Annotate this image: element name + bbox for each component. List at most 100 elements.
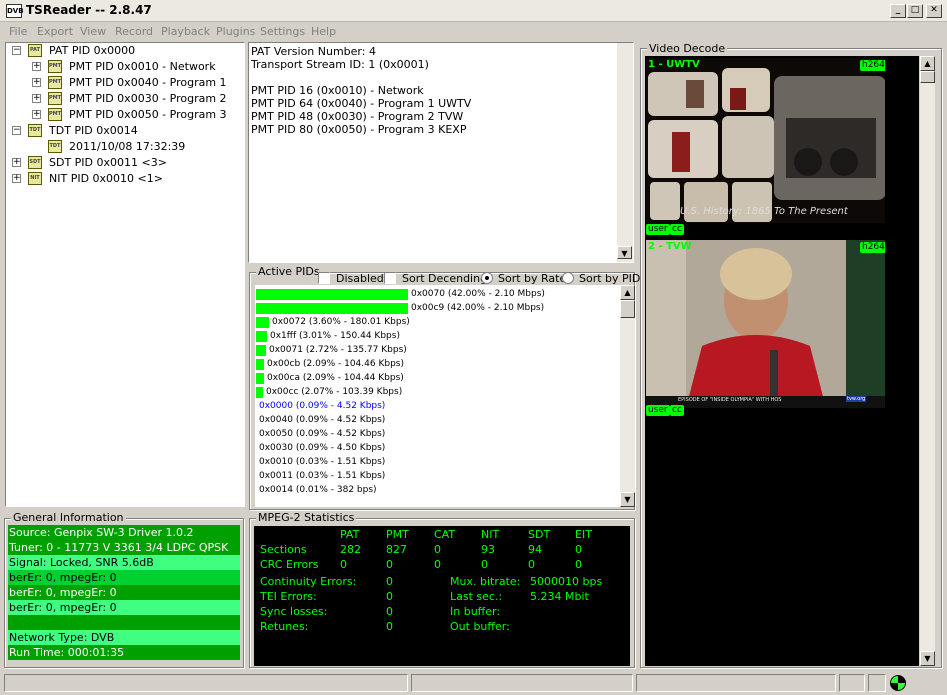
pid-list-scrollbar[interactable]: ▲ ▼ bbox=[620, 285, 635, 507]
pid-row[interactable]: 0x0071 (2.72% - 135.77 Kbps) bbox=[255, 343, 620, 357]
pid-rate-list[interactable]: 0x0070 (42.00% - 2.10 Mbps) 0x00c9 (42.00… bbox=[255, 285, 620, 507]
in-buffer-label: In buffer: bbox=[450, 605, 501, 618]
cc-tag[interactable]: cc bbox=[670, 405, 684, 416]
expand-icon[interactable]: + bbox=[32, 110, 41, 119]
tree-item-pmt-program1[interactable]: + PMT PMT PID 0x0040 - Program 1 bbox=[6, 75, 236, 91]
tree-item-label: NIT PID 0x0010 <1> bbox=[49, 172, 163, 185]
pid-row[interactable]: 0x0010 (0.03% - 1.51 Kbps) bbox=[255, 455, 620, 469]
pid-row[interactable]: 0x0050 (0.09% - 4.52 Kbps) bbox=[255, 427, 620, 441]
pid-row[interactable]: 0x0000 (0.09% - 4.52 Kbps) bbox=[255, 399, 620, 413]
close-button[interactable]: ✕ bbox=[926, 4, 942, 18]
expand-icon[interactable]: + bbox=[32, 62, 41, 71]
pid-row[interactable]: 0x0070 (42.00% - 2.10 Mbps) bbox=[255, 287, 620, 301]
scroll-up-icon[interactable]: ▲ bbox=[920, 56, 935, 71]
scroll-thumb[interactable] bbox=[620, 300, 635, 318]
pid-tree-view[interactable]: − PAT PAT PID 0x0000 + PMT PMT PID 0x001… bbox=[5, 42, 245, 507]
scroll-up-icon[interactable]: ▲ bbox=[620, 285, 635, 300]
crc-pmt: 0 bbox=[386, 558, 393, 571]
sort-by-rate-radio[interactable] bbox=[481, 272, 493, 284]
video-frame-uwtv[interactable]: 1 - UWTV h264 U.S. History: 1865 To The … bbox=[646, 58, 885, 223]
minimize-button[interactable]: _ bbox=[890, 4, 906, 18]
crc-pat: 0 bbox=[340, 558, 347, 571]
menu-file[interactable]: File bbox=[9, 25, 27, 38]
sections-sdt: 94 bbox=[528, 543, 542, 556]
mpeg2-stats-panel: PAT PMT CAT NIT SDT EIT Sections 282 827… bbox=[254, 526, 630, 666]
pat-scrollbar[interactable]: ▼ bbox=[617, 43, 633, 262]
status-panel bbox=[636, 674, 836, 692]
scroll-thumb[interactable] bbox=[920, 71, 935, 83]
pid-row[interactable]: 0x00cb (2.09% - 104.46 Kbps) bbox=[255, 357, 620, 371]
table-icon: PAT bbox=[28, 44, 42, 57]
mux-bitrate-label: Mux. bitrate: bbox=[450, 575, 521, 588]
scroll-down-icon[interactable]: ▼ bbox=[620, 492, 635, 507]
pid-row[interactable]: 0x0014 (0.01% - 382 bps) bbox=[255, 483, 620, 497]
cc-tag[interactable]: cc bbox=[670, 224, 684, 235]
tree-item-nit[interactable]: + NIT NIT PID 0x0010 <1> bbox=[6, 171, 236, 187]
pid-row[interactable]: 0x0030 (0.09% - 4.50 Kbps) bbox=[255, 441, 620, 455]
tree-item-pat[interactable]: − PAT PAT PID 0x0000 bbox=[6, 43, 236, 59]
expand-icon[interactable]: + bbox=[32, 78, 41, 87]
pid-rate-label: 0x00cc (2.07% - 103.39 Kbps) bbox=[266, 387, 403, 397]
expand-icon[interactable]: + bbox=[12, 158, 21, 167]
tree-item-tdt-time[interactable]: TDT 2011/10/08 17:32:39 bbox=[6, 139, 236, 155]
tree-item-label: TDT PID 0x0014 bbox=[49, 124, 138, 137]
table-icon: PMT bbox=[48, 92, 62, 105]
table-icon: PMT bbox=[48, 108, 62, 121]
tree-item-sdt[interactable]: + SDT SDT PID 0x0011 <3> bbox=[6, 155, 236, 171]
sort-descending-checkbox[interactable] bbox=[384, 272, 396, 284]
sort-by-pid-label: Sort by PID bbox=[579, 272, 641, 285]
table-icon: PMT bbox=[48, 76, 62, 89]
collapse-icon[interactable]: − bbox=[12, 46, 21, 55]
menu-settings[interactable]: Settings bbox=[260, 25, 305, 38]
codec-badge: h264 bbox=[860, 242, 885, 253]
tree-item-label: PMT PID 0x0040 - Program 1 bbox=[69, 76, 227, 89]
disabled-checkbox[interactable] bbox=[318, 272, 330, 284]
header-pmt: PMT bbox=[386, 528, 409, 541]
table-icon: TDT bbox=[28, 124, 42, 137]
pid-rate-label: 0x0011 (0.03% - 1.51 Kbps) bbox=[259, 471, 386, 481]
header-pat: PAT bbox=[340, 528, 360, 541]
sort-by-pid-radio[interactable] bbox=[562, 272, 574, 284]
user-tag[interactable]: user bbox=[646, 224, 670, 235]
menu-record[interactable]: Record bbox=[115, 25, 153, 38]
general-info-row bbox=[8, 615, 240, 630]
pat-line: PMT PID 80 (0x0050) - Program 3 KEXP bbox=[251, 123, 467, 136]
tree-item-tdt[interactable]: − TDT TDT PID 0x0014 bbox=[6, 123, 236, 139]
table-icon: TDT bbox=[48, 140, 62, 153]
pid-row[interactable]: 0x00c9 (42.00% - 2.10 Mbps) bbox=[255, 301, 620, 315]
menu-export[interactable]: Export bbox=[37, 25, 73, 38]
pid-row[interactable]: 0x1fff (3.01% - 150.44 Kbps) bbox=[255, 329, 620, 343]
status-panel bbox=[839, 674, 865, 692]
general-info-row: Signal: Locked, SNR 5.6dB bbox=[8, 555, 240, 570]
pid-rate-bar bbox=[256, 387, 263, 398]
pat-info-text[interactable]: PAT Version Number: 4 Transport Stream I… bbox=[248, 42, 634, 263]
expand-icon[interactable]: + bbox=[12, 174, 21, 183]
table-icon: SDT bbox=[28, 156, 42, 169]
pid-row[interactable]: 0x0011 (0.03% - 1.51 Kbps) bbox=[255, 469, 620, 483]
sort-by-rate-label: Sort by Rate bbox=[498, 272, 567, 285]
scroll-down-icon[interactable]: ▼ bbox=[920, 651, 935, 666]
pid-rate-label: 0x0070 (42.00% - 2.10 Mbps) bbox=[411, 289, 545, 299]
pat-line: PMT PID 48 (0x0030) - Program 2 TVW bbox=[251, 110, 464, 123]
collapse-icon[interactable]: − bbox=[12, 126, 21, 135]
pid-row[interactable]: 0x00ca (2.09% - 104.44 Kbps) bbox=[255, 371, 620, 385]
menu-help[interactable]: Help bbox=[311, 25, 336, 38]
pid-row[interactable]: 0x00cc (2.07% - 103.39 Kbps) bbox=[255, 385, 620, 399]
pid-rate-label: 0x0040 (0.09% - 4.52 Kbps) bbox=[259, 415, 386, 425]
pid-rate-bar bbox=[256, 359, 264, 370]
pid-row[interactable]: 0x0072 (3.60% - 180.01 Kbps) bbox=[255, 315, 620, 329]
pid-row[interactable]: 0x0040 (0.09% - 4.52 Kbps) bbox=[255, 413, 620, 427]
tree-item-pmt-program3[interactable]: + PMT PMT PID 0x0050 - Program 3 bbox=[6, 107, 236, 123]
video-frame-tvw[interactable]: 2 - TVW h264 EPISODE OF "INSIDE OLYMPIA"… bbox=[646, 240, 885, 408]
menu-plugins[interactable]: Plugins bbox=[216, 25, 255, 38]
tree-item-pmt-program2[interactable]: + PMT PMT PID 0x0030 - Program 2 bbox=[6, 91, 236, 107]
menu-view[interactable]: View bbox=[80, 25, 106, 38]
expand-icon[interactable]: + bbox=[32, 94, 41, 103]
menu-playback[interactable]: Playback bbox=[161, 25, 210, 38]
pid-rate-bar bbox=[256, 289, 408, 300]
tree-item-pmt-network[interactable]: + PMT PMT PID 0x0010 - Network bbox=[6, 59, 236, 75]
maximize-button[interactable]: □ bbox=[907, 4, 923, 18]
video-scrollbar[interactable]: ▲ ▼ bbox=[920, 56, 935, 666]
user-tag[interactable]: user bbox=[646, 405, 670, 416]
scroll-down-icon[interactable]: ▼ bbox=[617, 246, 632, 259]
